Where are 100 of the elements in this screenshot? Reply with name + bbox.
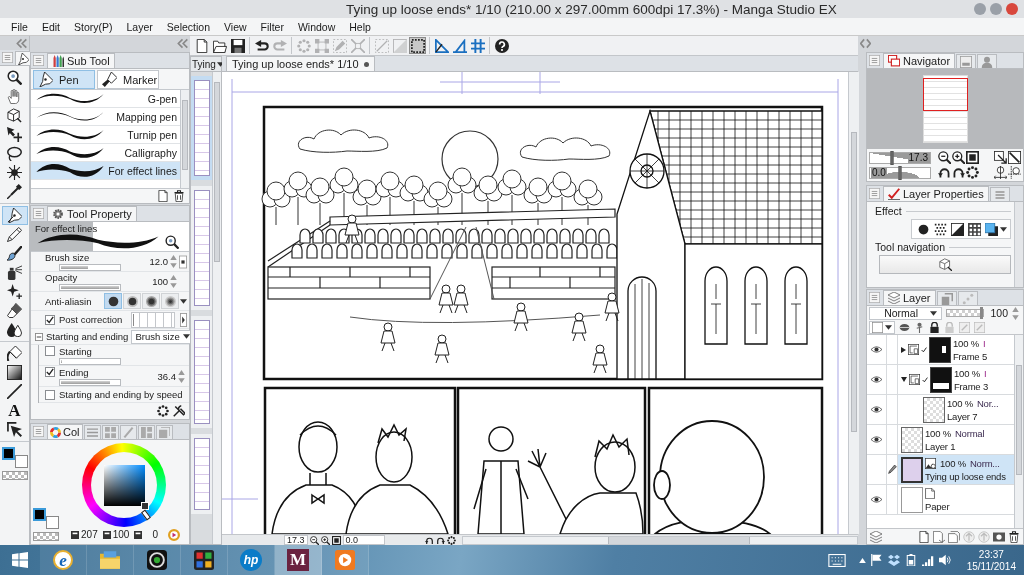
brush-item[interactable]: For effect lines (31, 162, 180, 180)
taskbar-button[interactable]: e (40, 545, 87, 575)
page-thumbnail[interactable] (191, 316, 212, 428)
tool-button[interactable] (1, 206, 28, 225)
antialias-option[interactable] (104, 293, 122, 309)
effect-button[interactable] (966, 221, 982, 237)
toolbar-button[interactable] (229, 37, 246, 54)
menu-item[interactable]: Edit (40, 20, 61, 33)
story-tab[interactable]: Tying (190, 56, 222, 72)
slider-thumb[interactable] (980, 307, 984, 319)
panel-tab[interactable] (15, 51, 31, 65)
brush-item[interactable]: Turnip pen (31, 126, 180, 144)
setting-value: 12.0 (149, 256, 168, 267)
page-thumbnail[interactable] (191, 434, 212, 514)
checkbox[interactable] (45, 367, 55, 377)
scrollbar[interactable] (461, 535, 858, 545)
slider-thumb[interactable] (898, 165, 902, 180)
panel-tab[interactable]: Tool Property (47, 206, 137, 221)
layer-color-dropdown[interactable] (869, 320, 895, 334)
tool-button[interactable]: A (1, 401, 28, 420)
scrollbar[interactable] (1014, 202, 1023, 287)
brush-item[interactable]: Mapping pen (31, 108, 180, 126)
rotation-slider[interactable]: 0.0 (869, 166, 931, 179)
opacity-slider[interactable] (946, 309, 985, 317)
panel-tab[interactable]: Col (47, 424, 83, 439)
hue-marker-icon[interactable] (141, 509, 151, 521)
color-swatch[interactable] (2, 447, 15, 460)
page-thumbnail[interactable] (191, 186, 212, 310)
scrollbar[interactable] (1014, 335, 1023, 528)
speaker-icon (938, 554, 951, 566)
taskbar-button[interactable] (181, 545, 228, 575)
layer-item[interactable]: 100 % Normal Layer 1 (898, 425, 1014, 454)
page-thumbnail[interactable] (191, 76, 212, 180)
sub-tool-group-tab[interactable]: Pen (33, 70, 95, 89)
scrollbar[interactable] (212, 72, 221, 544)
dropdown[interactable]: Brush size (131, 329, 193, 344)
small-box-icon (102, 531, 111, 539)
slider-track[interactable] (59, 378, 121, 386)
checkbox[interactable] (45, 346, 55, 356)
panel-tab[interactable]: Sub Tool (47, 53, 115, 68)
checkbox[interactable] (45, 314, 55, 325)
close-button[interactable] (1006, 3, 1018, 15)
panel-tab[interactable]: Navigator (883, 53, 956, 68)
toolbar-button[interactable] (493, 37, 510, 54)
panel-tab[interactable]: Layer Properties (883, 186, 989, 201)
menu-item[interactable]: Layer (125, 20, 154, 33)
eye-icon[interactable] (871, 436, 882, 443)
antialias-option[interactable] (161, 293, 179, 309)
slider-track[interactable] (59, 357, 121, 365)
transparent-swatch[interactable] (33, 532, 59, 541)
layer-item[interactable]: 100 % Nor... Layer 7 (898, 395, 1014, 424)
drawing-canvas[interactable] (222, 72, 848, 534)
toolbar-button[interactable] (409, 37, 426, 54)
layer-item[interactable]: 100 % Norm... Tying up loose ends (898, 455, 1014, 484)
checkbox[interactable] (45, 389, 55, 400)
toolbar-button[interactable] (253, 37, 270, 54)
menu-item[interactable]: Help (348, 20, 372, 33)
menu-item[interactable]: Selection (165, 20, 211, 33)
menu-item[interactable]: Story(P) (73, 20, 114, 33)
scrollbar[interactable] (180, 90, 189, 188)
eye-icon[interactable] (871, 346, 882, 353)
layer-item[interactable]: Paper (898, 485, 1014, 514)
taskbar-button[interactable]: M (275, 545, 322, 575)
brush-item[interactable]: G-pen (31, 90, 180, 108)
menu-item[interactable]: File (10, 20, 29, 33)
slider-thumb[interactable] (890, 150, 894, 165)
toolbar-button[interactable] (433, 37, 450, 54)
color-swatch[interactable] (46, 516, 59, 529)
effect-button[interactable] (932, 221, 948, 237)
view-frame[interactable] (922, 78, 968, 111)
panel-menu-icon (869, 55, 880, 66)
panel-tab[interactable]: Layer (883, 290, 936, 305)
pen-icon (887, 465, 897, 474)
zoom-slider[interactable]: 17.3 (869, 151, 931, 164)
color-swatch[interactable] (33, 508, 46, 521)
transparent-swatch[interactable] (2, 471, 28, 480)
antialias-option[interactable] (123, 293, 141, 309)
spinner-icon (170, 275, 177, 288)
sub-tool-group-tab[interactable]: Marker (97, 70, 159, 89)
effect-button[interactable] (949, 221, 965, 237)
eye-icon[interactable] (871, 376, 882, 383)
eye-icon[interactable] (871, 406, 882, 413)
picker-marker-icon[interactable] (140, 501, 149, 510)
menu-item[interactable]: View (223, 20, 248, 33)
eye-icon[interactable] (871, 496, 882, 503)
menu-item[interactable]: Window (296, 20, 337, 33)
rotate-left-icon (938, 166, 951, 179)
antialias-option[interactable] (142, 293, 160, 309)
document-tab[interactable]: Tying up loose ends* 1/10 (226, 56, 375, 71)
layer-item[interactable]: 100 % I Frame 3 (898, 365, 1014, 394)
menu-item[interactable]: Filter (259, 20, 285, 33)
taskbar-button[interactable]: hp (228, 545, 275, 575)
layer-item[interactable]: 100 % I Frame 5 (898, 335, 1014, 364)
effect-button[interactable] (983, 221, 999, 237)
slider-track[interactable] (59, 264, 121, 271)
taskbar-button[interactable] (134, 545, 181, 575)
blend-mode-dropdown[interactable]: Normal (869, 306, 943, 320)
scrollbar[interactable] (848, 72, 859, 534)
color-swatch[interactable] (15, 455, 28, 468)
minus-box-icon[interactable] (35, 332, 43, 341)
